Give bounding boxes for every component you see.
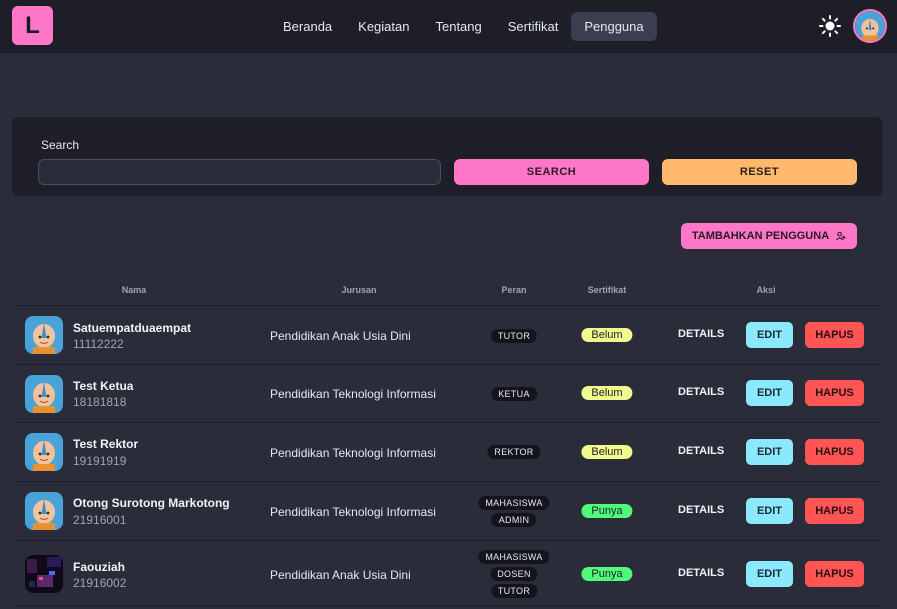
user-plus-icon xyxy=(836,231,846,241)
table-row: Test Rektor 19191919 Pendidikan Teknolog… xyxy=(12,423,883,482)
user-jurusan: Pendidikan Teknologi Informasi xyxy=(270,446,436,460)
nav-menu: Beranda Kegiatan Tentang Sertifikat Peng… xyxy=(270,12,657,41)
search-panel: Search SEARCH RESET xyxy=(12,117,883,196)
sun-icon[interactable] xyxy=(818,14,842,38)
users-table: Nama Jurusan Peran Sertifikat Aksi Satue… xyxy=(12,278,883,606)
user-name: Faouziah xyxy=(73,560,126,574)
table-row: Faouziah 21916002 Pendidikan Anak Usia D… xyxy=(12,541,883,606)
role-badge: MAHASISWA xyxy=(478,496,550,510)
nav-item-kegiatan[interactable]: Kegiatan xyxy=(345,12,422,41)
user-jurusan: Pendidikan Anak Usia Dini xyxy=(270,329,411,343)
nav-item-beranda[interactable]: Beranda xyxy=(270,12,345,41)
user-nim: 18181818 xyxy=(73,395,127,409)
user-name: Test Rektor xyxy=(73,437,139,451)
add-user-button[interactable]: TAMBAHKAN PENGGUNA xyxy=(681,223,857,249)
user-jurusan: Pendidikan Anak Usia Dini xyxy=(270,568,411,582)
role-badge: TUTOR xyxy=(490,584,538,598)
user-nim: 21916002 xyxy=(73,576,127,590)
role-badge: DOSEN xyxy=(490,567,538,581)
role-list: REKTOR xyxy=(487,445,541,459)
nav-item-pengguna[interactable]: Pengguna xyxy=(571,12,657,41)
certificate-status-badge: Punya xyxy=(581,504,633,518)
delete-button[interactable]: HAPUS xyxy=(805,498,864,524)
certificate-status-badge: Punya xyxy=(581,567,633,581)
aang-avatar xyxy=(25,492,63,530)
user-name: Otong Surotong Markotong xyxy=(73,496,230,510)
role-list: KETUA xyxy=(491,387,537,401)
user-nim: 19191919 xyxy=(73,454,127,468)
reset-button[interactable]: RESET xyxy=(662,159,857,185)
certificate-status-badge: Belum xyxy=(581,445,633,459)
nav-item-tentang[interactable]: Tentang xyxy=(422,12,494,41)
header-aksi: Aksi xyxy=(756,285,776,295)
aang-avatar xyxy=(25,375,63,413)
search-input[interactable] xyxy=(38,159,441,185)
role-badge: MAHASISWA xyxy=(478,550,550,564)
aang-avatar xyxy=(25,433,63,471)
header-jurusan: Jurusan xyxy=(341,285,377,295)
search-label: Search xyxy=(41,138,80,152)
table-row: Satuempatduaempat 11112222 Pendidikan An… xyxy=(12,306,883,365)
table-header: Nama Jurusan Peran Sertifikat Aksi xyxy=(12,278,883,306)
user-jurusan: Pendidikan Teknologi Informasi xyxy=(270,387,436,401)
details-button[interactable]: DETAILS xyxy=(678,567,724,579)
role-list: MAHASISWA DOSEN TUTOR xyxy=(478,550,550,598)
header-sertifikat: Sertifikat xyxy=(587,285,627,295)
dark-scene-avatar xyxy=(25,555,63,593)
user-name: Test Ketua xyxy=(73,379,134,393)
delete-button[interactable]: HAPUS xyxy=(805,561,864,587)
user-nim: 21916001 xyxy=(73,513,127,527)
user-avatar[interactable] xyxy=(853,9,887,43)
user-name: Satuempatduaempat xyxy=(73,321,192,335)
table-row: Test Ketua 18181818 Pendidikan Teknologi… xyxy=(12,365,883,423)
search-button[interactable]: SEARCH xyxy=(454,159,649,185)
details-button[interactable]: DETAILS xyxy=(678,328,724,340)
role-list: MAHASISWA ADMIN xyxy=(478,496,550,527)
delete-button[interactable]: HAPUS xyxy=(805,439,864,465)
edit-button[interactable]: EDIT xyxy=(746,322,793,348)
role-badge: ADMIN xyxy=(491,513,537,527)
aang-avatar xyxy=(25,316,63,354)
app-logo[interactable]: L xyxy=(12,6,53,45)
role-list: TUTOR xyxy=(490,329,538,343)
delete-button[interactable]: HAPUS xyxy=(805,322,864,348)
edit-button[interactable]: EDIT xyxy=(746,498,793,524)
role-badge: TUTOR xyxy=(490,329,538,343)
header-peran: Peran xyxy=(501,285,527,295)
user-jurusan: Pendidikan Teknologi Informasi xyxy=(270,505,436,519)
user-nim: 11112222 xyxy=(73,337,124,351)
delete-button[interactable]: HAPUS xyxy=(805,380,864,406)
certificate-status-badge: Belum xyxy=(581,386,633,400)
certificate-status-badge: Belum xyxy=(581,328,633,342)
details-button[interactable]: DETAILS xyxy=(678,504,724,516)
edit-button[interactable]: EDIT xyxy=(746,439,793,465)
role-badge: KETUA xyxy=(491,387,537,401)
navbar: L Beranda Kegiatan Tentang Sertifikat Pe… xyxy=(0,0,897,53)
table-row: Otong Surotong Markotong 21916001 Pendid… xyxy=(12,482,883,541)
details-button[interactable]: DETAILS xyxy=(678,445,724,457)
add-user-label: TAMBAHKAN PENGGUNA xyxy=(691,230,830,242)
nav-item-sertifikat[interactable]: Sertifikat xyxy=(495,12,572,41)
details-button[interactable]: DETAILS xyxy=(678,386,724,398)
role-badge: REKTOR xyxy=(487,445,541,459)
header-nama: Nama xyxy=(121,285,147,295)
edit-button[interactable]: EDIT xyxy=(746,561,793,587)
edit-button[interactable]: EDIT xyxy=(746,380,793,406)
